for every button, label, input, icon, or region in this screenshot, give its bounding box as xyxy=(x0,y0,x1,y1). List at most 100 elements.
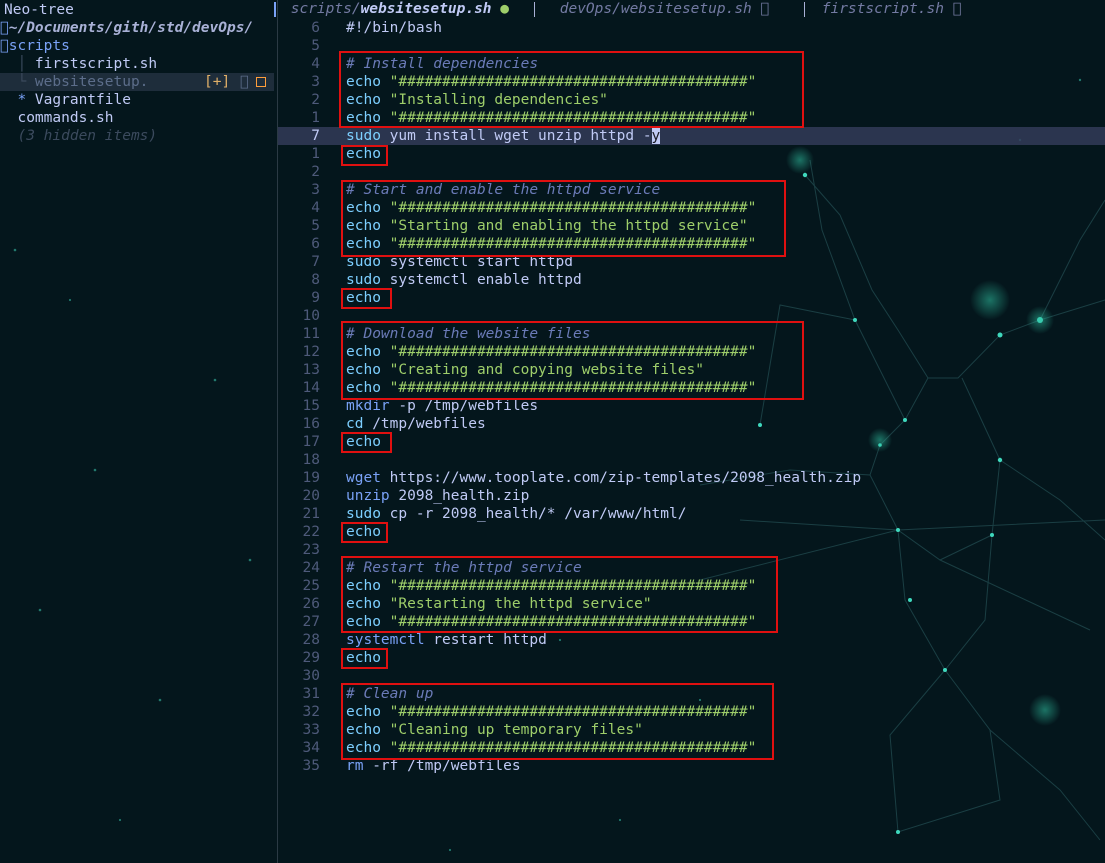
code-text: sudo systemctl start httpd xyxy=(346,253,573,271)
code-token: "#######################################… xyxy=(389,380,757,396)
code-line[interactable]: 22 echo xyxy=(278,523,1105,541)
code-line[interactable]: 25 echo "################################… xyxy=(278,577,1105,595)
code-line[interactable]: 7 sudo yum install wget unzip httpd -y xyxy=(278,127,1105,145)
code-token: -rf /tmp/webfiles xyxy=(363,758,521,774)
code-line[interactable]: 13 echo "Creating and copying website fil… xyxy=(278,361,1105,379)
line-number: 32 xyxy=(302,704,320,720)
sidebar-root-path[interactable]: 󰉋~/Documents/gith/std/devOps/ xyxy=(0,19,274,37)
line-number: 21 xyxy=(302,506,320,522)
folder-open-icon: 󰉋 xyxy=(0,20,9,36)
code-line[interactable]: 6 echo "#################################… xyxy=(278,235,1105,253)
code-line[interactable]: 3 # Start and enable the httpd service xyxy=(278,181,1105,199)
line-number: 10 xyxy=(302,308,320,324)
code-token: cp -r 2098_health/* /var/www/html/ xyxy=(380,506,687,522)
code-line[interactable]: 9 echo xyxy=(278,289,1105,307)
code-text: sudo cp -r 2098_health/* /var/www/html/ xyxy=(346,505,686,523)
code-line[interactable]: 30 xyxy=(278,667,1105,685)
code-token: rm xyxy=(346,758,364,774)
code-line[interactable]: 15 mkdir -p /tmp/webfiles xyxy=(278,397,1105,415)
code-line[interactable]: 28 systemctl restart httpd xyxy=(278,631,1105,649)
code-line[interactable]: 34 echo "################################… xyxy=(278,739,1105,757)
code-token: "#######################################… xyxy=(389,704,757,720)
code-text: echo "##################################… xyxy=(346,613,756,631)
code-line[interactable]: 5 echo "Starting and enabling the httpd s… xyxy=(278,217,1105,235)
tab-separator xyxy=(534,2,535,17)
code-text: # Download the website files xyxy=(346,325,590,343)
sidebar-title: Neo-tree xyxy=(4,2,74,18)
code-line[interactable]: 2 echo "Installing dependencies" xyxy=(278,91,1105,109)
tree-item-websitesetup[interactable]: └ websitesetup. [+] 󰉋 xyxy=(0,73,274,91)
code-line[interactable]: 33 echo "Cleaning up temporary files" xyxy=(278,721,1105,739)
code-line[interactable]: 23 xyxy=(278,541,1105,559)
code-line[interactable]: 4 # Install dependencies xyxy=(278,55,1105,73)
code-token: "#######################################… xyxy=(389,236,757,252)
code-line[interactable]: 18 xyxy=(278,451,1105,469)
code-text: #!/bin/bash xyxy=(346,19,442,37)
line-number: 19 xyxy=(302,470,320,486)
tree-item-vagrantfile[interactable]: * Vagrantfile xyxy=(0,91,274,109)
code-token: # Download the website files xyxy=(346,326,591,342)
code-line[interactable]: 12 echo "################################… xyxy=(278,343,1105,361)
code-line[interactable]: 20 unzip 2098_health.zip xyxy=(278,487,1105,505)
code-line[interactable]: 35 rm -rf /tmp/webfiles xyxy=(278,757,1105,775)
code-line[interactable]: 10 xyxy=(278,307,1105,325)
tree-item-scripts[interactable]: 󰉋scripts xyxy=(0,37,274,55)
code-token: echo xyxy=(346,146,381,162)
code-line[interactable]: 11 # Download the website files xyxy=(278,325,1105,343)
code-line[interactable]: 32 echo "################################… xyxy=(278,703,1105,721)
code-line[interactable]: 14 echo "################################… xyxy=(278,379,1105,397)
code-line[interactable]: 27 echo "################################… xyxy=(278,613,1105,631)
code-line[interactable]: 1 echo xyxy=(278,145,1105,163)
code-line[interactable]: 19 wget https://www.tooplate.com/zip-temp… xyxy=(278,469,1105,487)
code-text: echo xyxy=(346,145,381,163)
code-line[interactable]: 24 # Restart the httpd service xyxy=(278,559,1105,577)
code-text: echo "Installing dependencies" xyxy=(346,91,608,109)
code-text: # Install dependencies xyxy=(346,55,538,73)
code-line[interactable]: 2 xyxy=(278,163,1105,181)
line-number: 17 xyxy=(302,434,320,450)
close-icon[interactable]: 󰅖 xyxy=(953,1,962,17)
code-line[interactable]: 17 echo xyxy=(278,433,1105,451)
line-number: 2 xyxy=(311,164,320,180)
code-token: echo xyxy=(346,650,381,666)
code-line[interactable]: 26 echo "Restarting the httpd service" xyxy=(278,595,1105,613)
line-number: 26 xyxy=(302,596,320,612)
code-line[interactable]: 29 echo xyxy=(278,649,1105,667)
tab-devops-websitesetup[interactable]: devOps/websitesetup.sh 󰅖 xyxy=(551,0,770,19)
code-line[interactable]: 4 echo "#################################… xyxy=(278,199,1105,217)
code-line[interactable]: 31 # Clean up xyxy=(278,685,1105,703)
code-token: mkdir xyxy=(346,398,390,414)
code-token: echo xyxy=(346,596,381,612)
close-icon[interactable]: 󰅖 xyxy=(761,1,770,17)
code-text: unzip 2098_health.zip xyxy=(346,487,529,505)
line-number: 29 xyxy=(302,650,320,666)
modified-dot-icon[interactable]: ● xyxy=(500,1,509,17)
indent-guide: └ xyxy=(0,74,35,90)
code-line[interactable]: 5 xyxy=(278,37,1105,55)
code-token: "Installing dependencies" xyxy=(389,92,608,108)
code-line[interactable]: 21 sudo cp -r 2098_health/* /var/www/html… xyxy=(278,505,1105,523)
code-line[interactable]: 3 echo "#################################… xyxy=(278,73,1105,91)
tree-item-firstscript[interactable]: │ firstscript.sh xyxy=(0,55,274,73)
tree-item-commands[interactable]: commands.sh xyxy=(0,109,274,127)
line-number: 35 xyxy=(302,758,320,774)
code-line[interactable]: 1 echo "#################################… xyxy=(278,109,1105,127)
code-line[interactable]: 8 sudo systemctl enable httpd xyxy=(278,271,1105,289)
code-editor[interactable]: 6 #!/bin/bash 5 4 # Install dependencies 3 ech… xyxy=(278,19,1105,863)
tree-item-label: firstscript.sh xyxy=(34,56,158,72)
tabline: scripts/websitesetup.sh ● devOps/website… xyxy=(274,0,961,19)
line-number: 18 xyxy=(302,452,320,468)
code-token: "#######################################… xyxy=(389,614,757,630)
code-token: echo xyxy=(346,92,381,108)
code-text: echo "##################################… xyxy=(346,739,756,757)
tab-websitesetup-active[interactable]: scripts/websitesetup.sh ● xyxy=(282,0,509,19)
code-text: echo "##################################… xyxy=(346,73,756,91)
code-line[interactable]: 6 #!/bin/bash xyxy=(278,19,1105,37)
code-token: # Start and enable the httpd service xyxy=(346,182,661,198)
code-line[interactable]: 7 sudo systemctl start httpd xyxy=(278,253,1105,271)
tab-firstscript[interactable]: firstscript.sh 󰅖 xyxy=(813,0,962,19)
code-line[interactable]: 16 cd /tmp/webfiles xyxy=(278,415,1105,433)
code-token: systemctl xyxy=(346,632,425,648)
